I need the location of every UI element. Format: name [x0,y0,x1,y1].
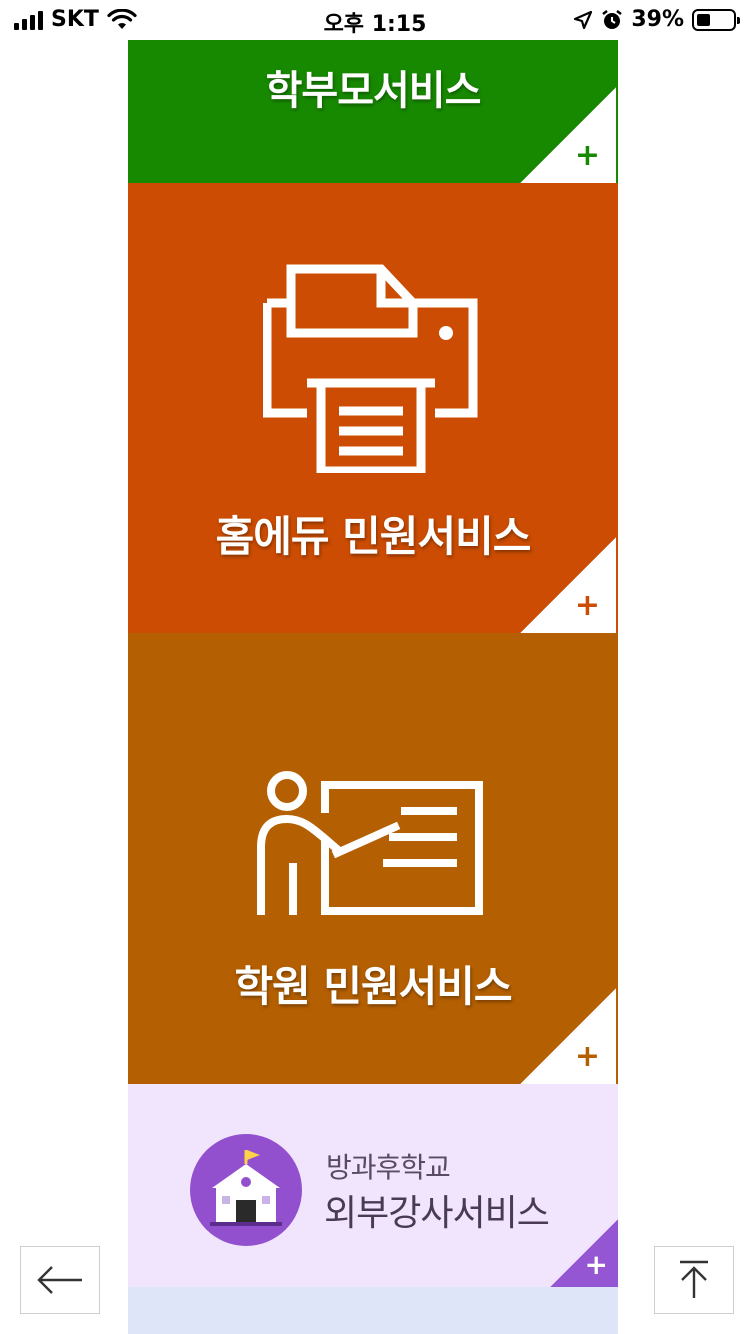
teacher-board-icon [257,771,483,915]
afterschool-subtitle: 방과후학교 [326,1151,451,1184]
plus-icon: + [574,138,600,173]
plus-icon: + [584,1248,608,1281]
homeedu-service-tile[interactable]: 홈에듀 민원서비스 + [128,183,618,633]
printer-icon [263,264,478,473]
scroll-top-button[interactable] [654,1246,734,1314]
academy-service-tile[interactable]: 학원 민원서비스 + [128,633,618,1084]
more-corner[interactable]: + [520,988,616,1084]
afterschool-title: 외부강사서비스 [324,1193,550,1234]
battery-level [697,13,710,26]
plus-icon: + [574,1039,600,1074]
more-corner[interactable]: + [550,1219,618,1287]
service-list: 학부모서비스 + 홈에듀 민원서비스 + 학원 민원서비스 + 방과후학교 외부… [128,40,618,1334]
school-icon-circle [190,1134,302,1246]
battery-percent: 39% [631,7,684,32]
more-corner[interactable]: + [520,537,616,633]
back-button[interactable] [20,1246,100,1314]
more-corner[interactable]: + [520,87,616,183]
afterschool-service-tile[interactable]: 방과후학교 외부강사서비스 + [128,1084,618,1287]
arrow-left-icon [37,1266,82,1294]
alarm-icon [602,9,623,29]
status-bar: SKT 오후 1:15 39% [0,0,750,40]
next-service-tile[interactable] [128,1287,618,1334]
location-icon [574,10,593,29]
battery-icon [692,8,740,31]
plus-icon: + [574,588,600,623]
school-icon [210,1150,282,1226]
parent-service-tile[interactable]: 학부모서비스 + [128,40,618,183]
arrow-to-top-icon [680,1260,708,1298]
